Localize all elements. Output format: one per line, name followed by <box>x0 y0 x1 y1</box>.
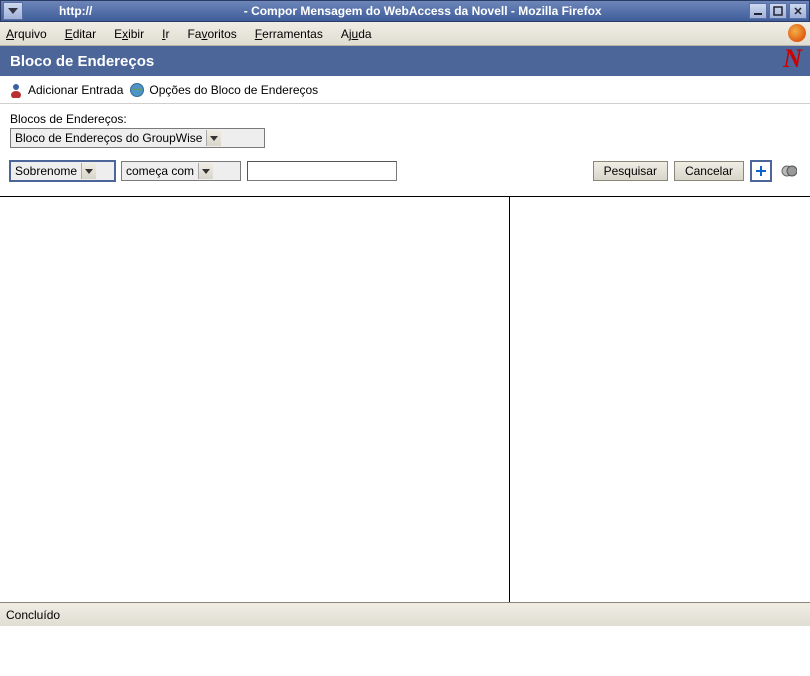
add-entry-label: Adicionar Entrada <box>28 83 123 97</box>
menu-arquivo[interactable]: Arquivo <box>6 27 47 41</box>
minimize-button[interactable] <box>749 3 767 19</box>
search-mode-selected: começa com <box>126 164 194 178</box>
add-entry-link[interactable]: Adicionar Entrada <box>8 82 123 98</box>
cancel-button[interactable]: Cancelar <box>674 161 744 181</box>
statusbar: Concluído <box>0 602 810 626</box>
menu-editar[interactable]: Editar <box>65 27 96 41</box>
add-recipient-button[interactable] <box>750 160 772 182</box>
search-field-selected: Sobrenome <box>15 164 77 178</box>
novell-logo: N <box>783 44 802 74</box>
search-row: Sobrenome começa com Pesquisar Cancelar <box>10 160 800 194</box>
globe-icon <box>129 82 145 98</box>
status-text: Concluído <box>6 608 60 622</box>
page-title: Bloco de Endereços <box>10 53 154 70</box>
copy-icon <box>781 164 797 178</box>
addressbook-label: Blocos de Endereços: <box>10 112 800 126</box>
menu-favoritos[interactable]: Favoritos <box>187 27 236 41</box>
menu-ferramentas[interactable]: Ferramentas <box>255 27 323 41</box>
menu-exibir[interactable]: Exibir <box>114 27 144 41</box>
firefox-icon <box>788 24 806 42</box>
window-titlebar: http:// - Compor Mensagem do WebAccess d… <box>0 0 810 22</box>
search-button[interactable]: Pesquisar <box>593 161 668 181</box>
menu-ajuda[interactable]: Ajuda <box>341 27 372 41</box>
results-list-pane[interactable] <box>0 197 510 602</box>
page-header: Bloco de Endereços N <box>0 46 810 76</box>
search-field-select[interactable]: Sobrenome <box>10 161 115 181</box>
plus-icon <box>755 165 767 177</box>
browser-menubar: Arquivo Editar Exibir Ir Favoritos Ferra… <box>0 22 810 46</box>
close-button[interactable] <box>789 3 807 19</box>
chevron-down-icon <box>198 163 213 179</box>
addressbook-select[interactable]: Bloco de Endereços do GroupWise <box>10 128 265 148</box>
url-prefix: http:// <box>55 4 96 18</box>
menu-ir[interactable]: Ir <box>162 27 169 41</box>
selected-recipients-pane[interactable] <box>510 197 810 602</box>
page-toolbar: Adicionar Entrada Opções do Bloco de End… <box>0 76 810 104</box>
addressbook-options-link[interactable]: Opções do Bloco de Endereços <box>129 82 318 98</box>
search-mode-select[interactable]: começa com <box>121 161 241 181</box>
person-icon <box>8 82 24 98</box>
chevron-down-icon <box>81 163 96 179</box>
search-input[interactable] <box>247 161 397 181</box>
results-area <box>0 196 810 602</box>
options-label: Opções do Bloco de Endereços <box>149 83 318 97</box>
copy-button[interactable] <box>778 160 800 182</box>
content-area: Blocos de Endereços: Bloco de Endereços … <box>0 104 810 196</box>
system-menu-button[interactable] <box>3 2 23 20</box>
window-controls <box>749 3 807 19</box>
window-title: - Compor Mensagem do WebAccess da Novell… <box>240 4 606 18</box>
addressbook-selected: Bloco de Endereços do GroupWise <box>15 131 202 145</box>
chevron-down-icon <box>206 130 221 146</box>
maximize-button[interactable] <box>769 3 787 19</box>
